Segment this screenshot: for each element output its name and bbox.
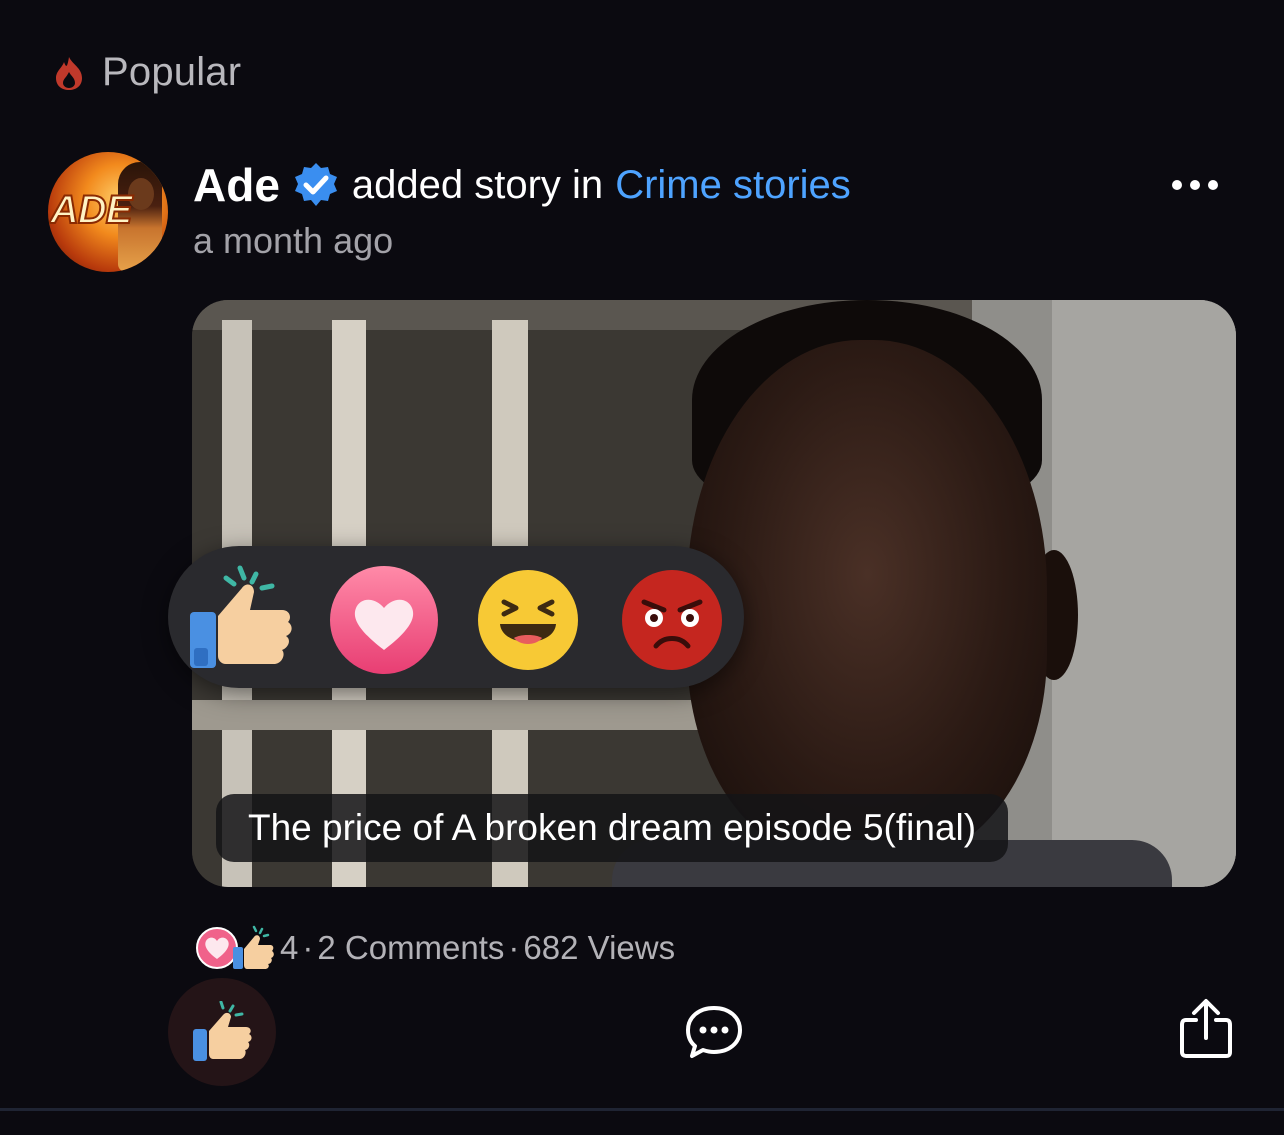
- more-options-icon[interactable]: [1172, 180, 1218, 190]
- flame-icon: [56, 56, 82, 90]
- post-timestamp: a month ago: [193, 220, 394, 261]
- avatar-logo-text: ADE: [49, 187, 133, 233]
- stats-separator: ·: [302, 929, 314, 966]
- author-name[interactable]: Ade: [193, 158, 280, 212]
- thumbs-up-icon: [233, 925, 274, 969]
- post-stats: 4 · 2 Comments · 682 Views: [194, 920, 675, 976]
- thumbs-up-icon: [193, 1001, 252, 1061]
- reaction-count[interactable]: 4: [280, 929, 298, 967]
- verified-badge-icon: [294, 163, 337, 206]
- reaction-picker: [168, 546, 744, 688]
- laughing-face-icon[interactable]: [472, 564, 584, 676]
- thumbs-up-icon[interactable]: [184, 564, 296, 676]
- comment-bubble-icon[interactable]: [684, 1002, 744, 1062]
- story-title[interactable]: The price of A broken dream episode 5(fi…: [216, 794, 1009, 862]
- post-action-text: added story in: [351, 162, 604, 207]
- heart-icon[interactable]: [328, 564, 440, 676]
- feed-page: Popular ADE Ade added story in Crime sto…: [0, 0, 1284, 1135]
- author-avatar[interactable]: ADE: [48, 152, 168, 272]
- stats-separator: ·: [508, 929, 520, 966]
- angry-face-icon[interactable]: [616, 564, 728, 676]
- views-count: 682 Views: [523, 929, 676, 966]
- avatar-face: [128, 178, 154, 210]
- comments-count[interactable]: 2 Comments: [317, 929, 504, 967]
- feed-divider: [0, 1108, 1284, 1111]
- like-button[interactable]: [168, 978, 276, 1086]
- section-header: Popular: [52, 50, 241, 95]
- post-header: Ade added story in Crime stories a month…: [193, 158, 851, 262]
- share-icon[interactable]: [1178, 998, 1234, 1060]
- community-link[interactable]: Crime stories: [615, 163, 851, 208]
- section-title: Popular: [102, 50, 242, 94]
